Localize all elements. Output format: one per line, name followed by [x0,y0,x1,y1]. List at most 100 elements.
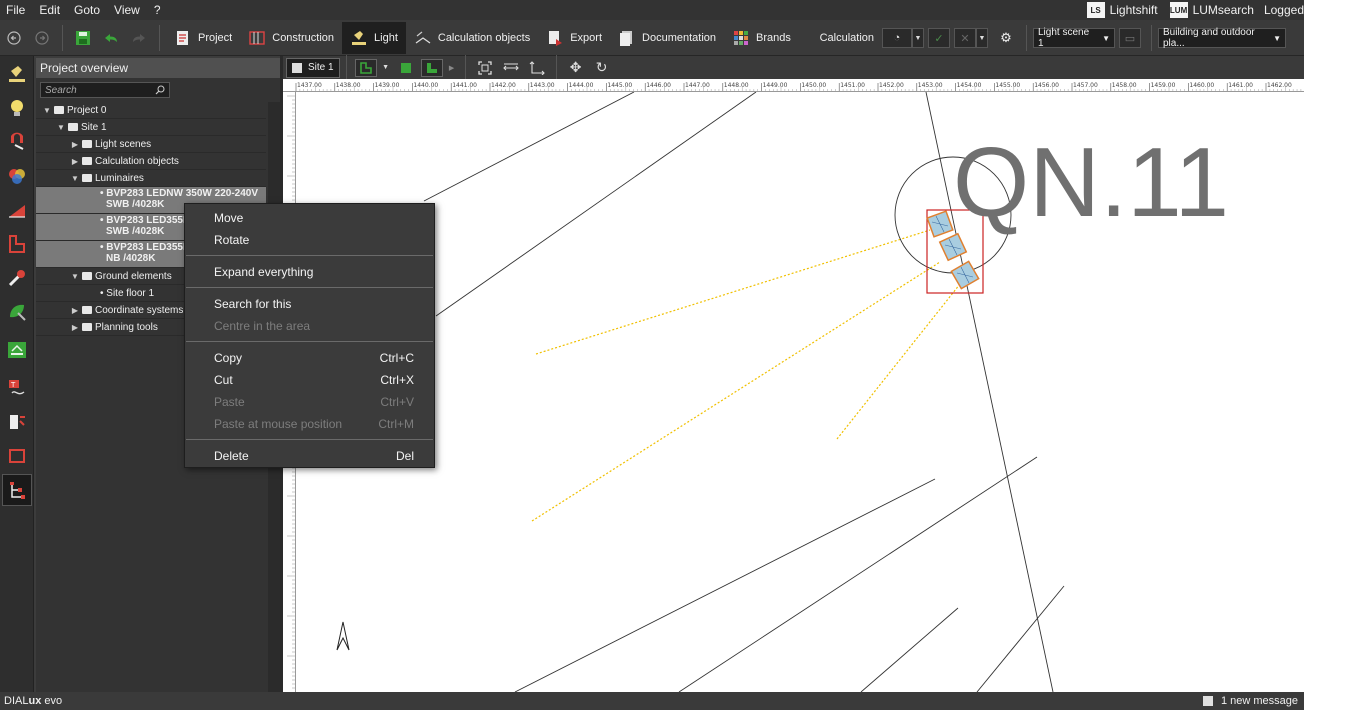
app-window: File Edit Goto View ? LS Lightshift LUM … [0,0,1304,710]
fit-view-icon[interactable] [474,59,496,77]
logged-status[interactable]: Logged [1264,3,1304,17]
text-tool-icon[interactable]: T [2,372,32,404]
context-menu-rotate[interactable]: Rotate [185,229,434,251]
tree-item-project[interactable]: ▼ Project 0 [36,102,266,119]
context-menu-move[interactable]: Move [185,207,434,229]
chevron-right-icon[interactable]: ▶ [70,306,80,315]
tree-item-label: Site 1 [81,121,107,133]
tab-project[interactable]: Project [166,22,240,54]
menu-file[interactable]: File [0,0,33,20]
luminaire-symbol[interactable] [938,232,968,262]
cube-view-icon[interactable] [395,59,417,77]
context-menu-copy[interactable]: Copy Ctrl+C [185,347,434,369]
plan-mode-select[interactable]: Building and outdoor pla... ▼ [1158,27,1286,49]
context-menu-search-for-this[interactable]: Search for this [185,293,434,315]
menu-item-label: Expand everything [214,265,314,279]
tab-documentation[interactable]: Documentation [610,22,724,54]
chevron-down-icon: ▼ [978,34,986,42]
l-shape-view-icon[interactable] [420,58,443,77]
lumsearch-button[interactable]: LUM LUMsearch [1169,2,1254,18]
forward-icon[interactable] [31,27,53,49]
menu-help[interactable]: ? [148,0,169,20]
colors-tool-icon[interactable] [2,160,32,192]
view-tab-site-label: Site 1 [308,62,334,73]
rectangle-tool-icon[interactable] [2,440,32,472]
scene-tool-icon[interactable] [2,334,32,366]
leaf-tool-icon[interactable] [2,296,32,328]
tree-item-calculation-objects[interactable]: ▶ Calculation objects [36,153,266,170]
gear-icon[interactable]: ⚙ [995,27,1017,49]
door-tool-icon[interactable] [2,406,32,438]
back-icon[interactable] [3,27,25,49]
menu-edit[interactable]: Edit [33,0,68,20]
luminaire-symbol[interactable] [926,210,954,238]
chevron-right-icon[interactable]: ▶ [70,323,80,332]
calculation-more-button[interactable]: ▼ [976,28,988,48]
tree-item-luminaires[interactable]: ▼ Luminaires [36,170,266,187]
chevron-down-icon[interactable]: ▼ [56,123,66,132]
tab-documentation-label: Documentation [642,31,717,44]
ruler-label: 1447.00 [685,82,710,89]
luminaire-symbol[interactable] [950,260,980,290]
calculation-check-button[interactable]: ✓ [928,28,950,48]
message-notification[interactable]: 1 new message [1202,695,1304,707]
light-scene-edit-button[interactable]: ▭ [1119,28,1141,48]
move-icon[interactable]: ✥ [565,59,587,77]
chevron-right-icon[interactable]: ▶ [70,157,80,166]
save-icon[interactable] [72,27,94,49]
chevron-down-icon[interactable]: ▼ [70,272,80,281]
tree-item-light-scenes[interactable]: ▶ Light scenes [36,136,266,153]
chevron-down-icon[interactable]: ▼ [42,106,52,115]
message-icon [1202,696,1213,706]
context-menu-delete[interactable]: Delete Del [185,445,434,467]
measure-horizontal-icon[interactable] [500,59,522,77]
measure-angle-icon[interactable] [526,59,548,77]
room-tool-icon[interactable] [2,228,32,260]
context-menu-cut[interactable]: Cut Ctrl+X [185,369,434,391]
folder-icon [82,157,92,165]
dialux-logo: DIALux evo [0,695,62,707]
lightshift-button[interactable]: LS Lightshift [1086,2,1158,18]
tab-export[interactable]: Export [538,22,610,54]
canvas-label: QN.11 [953,127,1229,237]
context-menu-expand-everything[interactable]: Expand everything [185,261,434,283]
search-input[interactable]: Search [40,82,170,98]
tab-construction[interactable]: Construction [240,22,342,54]
luminaire-tool-icon[interactable] [2,58,32,90]
tab-light[interactable]: Light [342,21,406,54]
measure-tool-icon[interactable] [2,194,32,226]
chevron-right-icon[interactable]: ▶ [447,59,457,77]
calculation-dropdown-button[interactable]: ▼ [912,28,924,48]
redo-icon[interactable] [128,27,150,49]
bulb-tool-icon[interactable] [2,92,32,124]
chevron-down-icon[interactable]: ▼ [70,174,80,183]
chevron-down-icon: ▼ [1102,33,1110,43]
magnet-tool-icon[interactable] [2,126,32,158]
wrench-tool-icon[interactable] [2,262,32,294]
tab-calculation-objects[interactable]: Calculation objects [406,22,538,54]
menu-view[interactable]: View [108,0,148,20]
ruler-label: 1437.00 [297,82,322,89]
floorplan-view-icon[interactable] [354,58,377,77]
undo-icon[interactable] [100,27,122,49]
hierarchy-tool-icon[interactable] [2,474,32,506]
tab-light-label: Light [374,31,398,44]
menu-goto[interactable]: Goto [68,0,108,20]
chevron-right-icon[interactable]: ▶ [70,140,80,149]
light-scene-value: Light scene 1 [1038,27,1090,49]
search-icon [155,85,165,95]
chevron-down-icon[interactable]: ▼ [381,59,391,77]
chevron-down-icon: ▼ [914,34,922,42]
drawing-canvas[interactable]: QN.11 [296,92,1304,692]
tab-brands[interactable]: Brands [724,22,799,54]
rotate-icon[interactable]: ↻ [591,59,613,77]
calculation-start-button[interactable]: ◔ [882,28,912,48]
view-tab-site[interactable]: Site 1 [286,57,340,78]
tree-item-site[interactable]: ▼ Site 1 [36,119,266,136]
tab-construction-label: Construction [272,31,335,44]
north-arrow-icon [336,621,350,651]
light-scene-select[interactable]: Light scene 1 ▼ [1033,27,1115,49]
site-plan-drawing[interactable]: QN.11 [296,92,1304,692]
tab-brands-label: Brands [756,31,791,44]
calculation-cancel-button[interactable]: ✕ [954,28,976,48]
